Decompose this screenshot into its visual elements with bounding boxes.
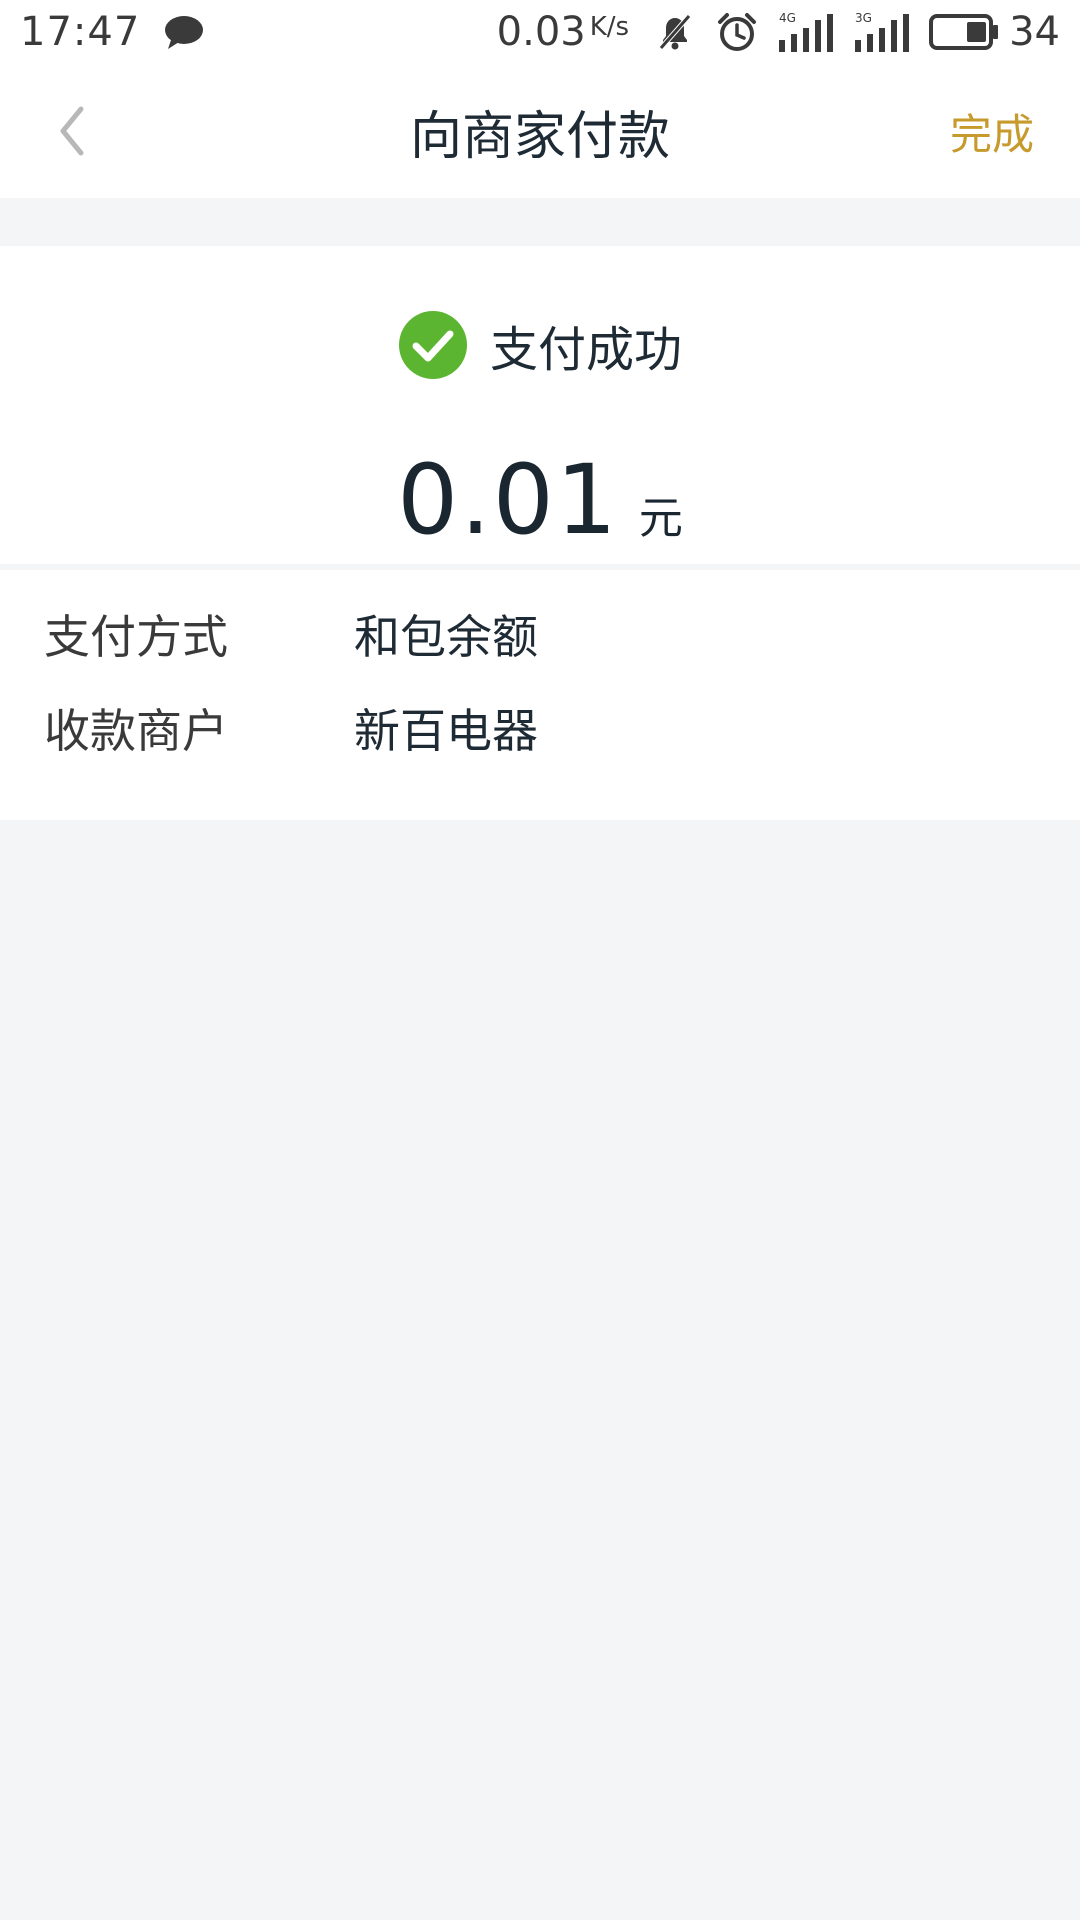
back-button[interactable] (36, 96, 106, 166)
detail-value: 和包余额 (354, 610, 538, 664)
amount-unit: 元 (638, 493, 683, 544)
payment-result-card: 支付成功 0.01 元 (0, 246, 1080, 564)
signal-3g-icon: 3G (855, 11, 910, 52)
payment-amount: 0.01 (397, 444, 619, 556)
battery-icon (929, 14, 999, 50)
detail-label: 支付方式 (44, 610, 228, 664)
chevron-left-icon (60, 106, 84, 156)
signal-3g-label: 3G (855, 11, 872, 25)
net-speed-unit: K/s (589, 12, 630, 42)
check-circle-icon (398, 311, 467, 379)
status-bar: 17:47 0.03 K/s 4G 3G 34 (0, 0, 1080, 64)
net-speed: 0.03 (496, 9, 586, 55)
detail-row-merchant: 收款商户 新百电器 (44, 698, 1036, 758)
done-button[interactable]: 完成 (950, 64, 1034, 198)
detail-label: 收款商户 (44, 704, 228, 758)
page-title: 向商家付款 (409, 106, 670, 167)
mute-icon (659, 14, 691, 50)
payment-details-card: 支付方式 和包余额 收款商户 新百电器 (0, 570, 1080, 820)
detail-row-payment-method: 支付方式 和包余额 (44, 604, 1036, 664)
amount-row: 0.01 元 (0, 444, 1080, 556)
detail-value: 新百电器 (354, 704, 538, 758)
signal-4g-icon: 4G (779, 11, 834, 52)
payment-status-row: 支付成功 (0, 310, 1080, 380)
status-bar-left: 17:47 (20, 9, 206, 55)
status-bar-right: 0.03 K/s 4G 3G 34 (497, 9, 1060, 55)
payment-status-text: 支付成功 (489, 322, 682, 378)
status-time: 17:47 (20, 9, 141, 55)
message-icon (165, 16, 204, 49)
nav-bar: 向商家付款 完成 (0, 64, 1080, 198)
alarm-icon (718, 13, 757, 51)
signal-4g-label: 4G (779, 11, 796, 25)
battery-level: 34 (1009, 9, 1060, 55)
